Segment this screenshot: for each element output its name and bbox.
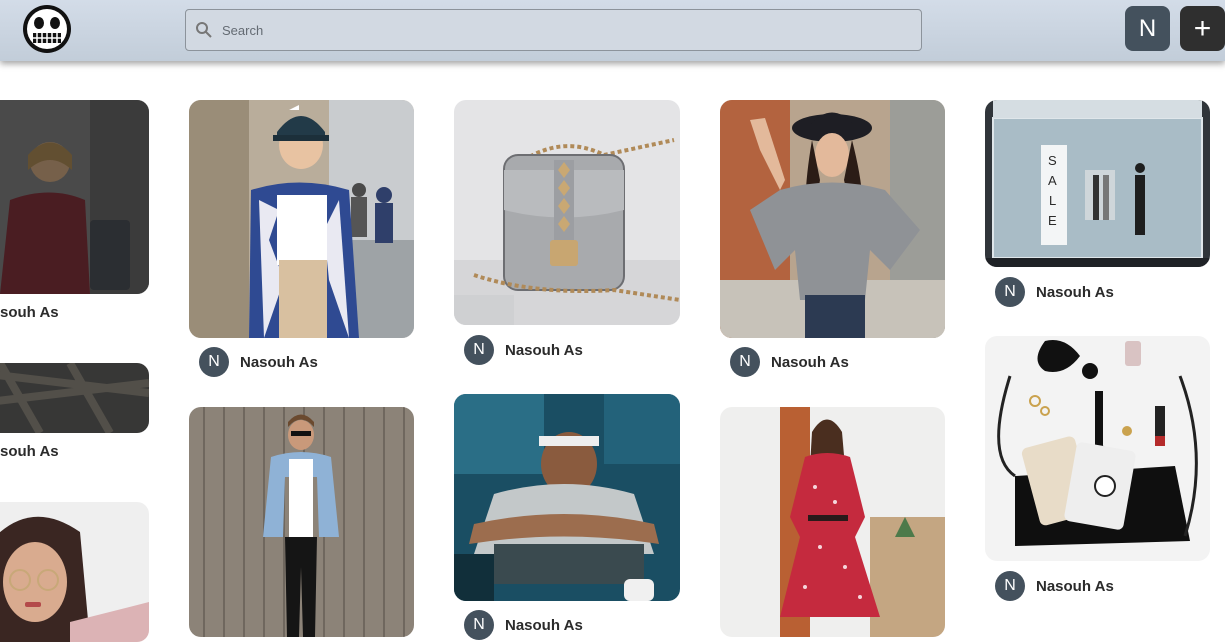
pin-image-bag-accessories[interactable] [985, 336, 1210, 561]
author-avatar[interactable]: N [464, 610, 494, 640]
pin-image-woman-glasses[interactable] [0, 502, 149, 642]
svg-text:L: L [1049, 193, 1056, 208]
pin-author-name[interactable]: Nasouh As [1036, 284, 1114, 301]
pin-image-sale-storefront[interactable]: SALE [985, 100, 1210, 267]
top-bar: N + [0, 0, 1225, 61]
pin-author: souh As [0, 443, 59, 460]
pin-author-name[interactable]: Nasouh As [505, 617, 583, 634]
pin-image-man-headband[interactable] [454, 394, 680, 601]
pin-image-kid-cap[interactable] [189, 100, 414, 338]
pin-author-name[interactable]: Nasouh As [240, 354, 318, 371]
pin-author: N Nasouh As [995, 571, 1114, 601]
author-avatar[interactable]: N [995, 277, 1025, 307]
pin-author: N Nasouh As [464, 610, 583, 640]
pin-image-woman-hat[interactable] [720, 100, 945, 338]
search-icon [196, 22, 212, 38]
search-input[interactable] [222, 22, 902, 38]
pin-author: N Nasouh As [995, 277, 1114, 307]
svg-text:E: E [1048, 213, 1057, 228]
pin-author: N Nasouh As [464, 335, 583, 365]
pin-author-name[interactable]: souh As [0, 443, 59, 460]
pin-author: N Nasouh As [199, 347, 318, 377]
svg-text:A: A [1048, 173, 1057, 188]
pin-image-handbag[interactable] [454, 100, 680, 325]
author-avatar[interactable]: N [464, 335, 494, 365]
pin-author-name[interactable]: Nasouh As [505, 342, 583, 359]
pin-author-name[interactable]: Nasouh As [771, 354, 849, 371]
pin-author-name[interactable]: souh As [0, 304, 59, 321]
pin-image-woman-red-dress[interactable] [720, 407, 945, 637]
profile-avatar-button[interactable]: N [1125, 6, 1170, 51]
search-bar[interactable] [185, 9, 922, 51]
pin-author: N Nasouh As [730, 347, 849, 377]
pin-image-shopping-woman[interactable] [0, 100, 149, 294]
add-pin-button[interactable]: + [1180, 6, 1225, 51]
author-avatar[interactable]: N [199, 347, 229, 377]
author-avatar[interactable]: N [995, 571, 1025, 601]
pin-author-name[interactable]: Nasouh As [1036, 578, 1114, 595]
skull-logo-icon[interactable] [21, 3, 73, 55]
svg-text:S: S [1048, 153, 1057, 168]
author-avatar[interactable]: N [730, 347, 760, 377]
pin-author: souh As [0, 304, 59, 321]
pin-image-wooden-structure[interactable] [0, 363, 149, 433]
pin-image-man-denim[interactable] [189, 407, 414, 637]
